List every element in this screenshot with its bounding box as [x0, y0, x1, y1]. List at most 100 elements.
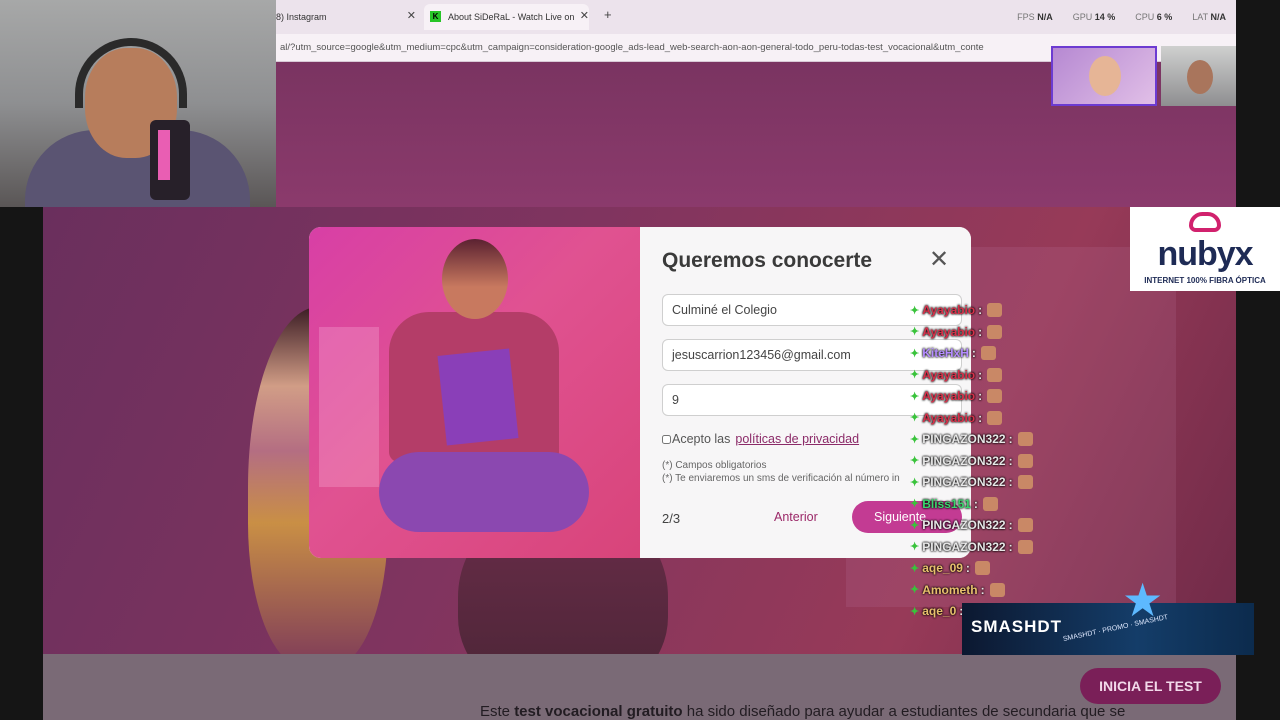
test-description: Este test vocacional gratuito ha sido di… [480, 703, 1126, 720]
chat-separator: : [973, 496, 978, 511]
badge-icon: ✦ [910, 476, 920, 489]
signup-modal: Queremos conocerte ✕ Culminé el Colegio … [309, 227, 971, 558]
chat-separator: : [980, 582, 985, 597]
chat-message: ✦ aqe_09: [910, 558, 990, 578]
promo-ribbon: SMASHDT · PROMO · SMASHDT [1062, 613, 1169, 644]
chat-separator: : [965, 561, 970, 575]
streamer-webcam [0, 0, 276, 207]
emote-icon [989, 582, 1005, 597]
stat-fps: FPS N/A [1017, 12, 1053, 22]
consent-text: Acepto las [672, 432, 731, 446]
chat-username[interactable]: PINGAZON322 [922, 475, 1005, 489]
photo-shelf [319, 327, 379, 487]
tab-close-icon[interactable]: ✕ [407, 9, 416, 22]
chat-separator: : [978, 303, 983, 317]
emote-icon [1017, 518, 1033, 532]
chat-username[interactable]: PINGAZON322 [922, 518, 1005, 532]
chat-username[interactable]: Ayayabio [922, 303, 975, 317]
chat-username[interactable]: Ayayabio [922, 389, 975, 403]
chat-separator: : [978, 367, 983, 382]
chat-message: ✦ Ayayabio: [910, 365, 1003, 385]
chat-username[interactable]: aqe_09 [922, 561, 963, 575]
emote-icon [987, 389, 1003, 403]
photo-folder [437, 348, 519, 446]
chat-username[interactable]: aqe_0 [922, 604, 956, 618]
previous-button[interactable]: Anterior [774, 510, 818, 524]
sponsor-name: nubyx [1157, 235, 1253, 273]
guest-webcam-1 [1051, 46, 1157, 106]
tab-close-icon[interactable]: ✕ [580, 9, 589, 22]
stream-screen: 8) Instagram ✕ K About SiDeRaL - Watch L… [0, 0, 1280, 720]
chat-username[interactable]: PINGAZON322 [922, 454, 1005, 468]
chat-username[interactable]: Amometh [922, 583, 977, 597]
chat-message: ✦ Ayayabio: [910, 322, 1003, 342]
cloud-icon [1189, 212, 1221, 232]
chat-message: ✦ Ayayabio: [910, 386, 1003, 406]
chat-username[interactable]: Bliss151 [922, 497, 971, 511]
promo-brand: SMASHDT [971, 617, 1063, 636]
chat-message: ✦ PINGAZON322: [910, 515, 1033, 535]
badge-icon: ✦ [910, 326, 920, 338]
emote-icon [987, 324, 1003, 339]
badge-icon: ✦ [910, 455, 920, 467]
chat-overlay: ✦ Ayayabio: ✦ Ayayabio: ✦ KiteHxH: ✦ Ayayabio: ✦… [910, 285, 1090, 621]
privacy-policy-link[interactable]: políticas de privacidad [735, 432, 859, 446]
sponsor-tagline: INTERNET 100% FIBRA ÓPTICA [1144, 276, 1266, 285]
emote-icon [974, 561, 990, 575]
chat-username[interactable]: Ayayabio [922, 368, 975, 382]
chat-separator: : [1008, 518, 1013, 532]
promo-banner: ★ SMASHDT SMASHDT · PROMO · SMASHDT [962, 574, 1254, 655]
guest-face [1089, 56, 1121, 96]
badge-icon: ✦ [910, 433, 920, 446]
chat-username[interactable]: Ayayabio [922, 325, 975, 339]
emote-icon [987, 367, 1003, 382]
close-icon[interactable]: ✕ [929, 245, 949, 274]
sponsor-logo: nubyx INTERNET 100% FIBRA ÓPTICA [1130, 207, 1280, 291]
required-note: (*) Campos obligatorios [662, 460, 767, 471]
stat-lat: LAT N/A [1192, 12, 1226, 22]
chat-username[interactable]: KiteHxH [922, 346, 969, 360]
tab-instagram[interactable]: 8) Instagram ✕ [276, 4, 416, 30]
badge-icon: ✦ [910, 390, 920, 403]
badge-icon: ✦ [910, 605, 920, 618]
badge-icon: ✦ [910, 498, 920, 510]
chat-separator: : [978, 410, 983, 425]
badge-icon: ✦ [910, 584, 920, 596]
chat-username[interactable]: PINGAZON322 [922, 432, 1005, 446]
stat-gpu: GPU 14 % [1072, 12, 1116, 22]
chat-username[interactable]: Ayayabio [922, 411, 975, 425]
badge-icon: ✦ [910, 347, 920, 360]
chat-separator: : [1008, 432, 1013, 446]
badge-icon: ✦ [910, 541, 920, 553]
step-indicator: 2/3 [662, 511, 681, 526]
modal-title: Queremos conocerte [662, 249, 873, 272]
privacy-checkbox[interactable] [662, 434, 671, 444]
guest-webcam-2 [1161, 46, 1236, 106]
emote-icon [1017, 453, 1033, 468]
performance-stats: FPS N/A GPU 14 % CPU 6 % LAT N/A [1017, 12, 1226, 22]
chat-message: ✦ KiteHxH: [910, 343, 996, 363]
start-test-button[interactable]: INICIA EL TEST [1080, 668, 1221, 704]
tab-label: About SiDeRaL - Watch Live on [448, 12, 575, 22]
chat-username[interactable]: PINGAZON322 [922, 540, 1005, 554]
chat-separator: : [1008, 475, 1013, 489]
badge-icon: ✦ [910, 369, 920, 381]
chat-separator: : [1008, 539, 1013, 554]
emote-icon [982, 496, 998, 511]
privacy-consent[interactable]: Acepto las políticas de privacidad [662, 432, 859, 446]
chat-message: ✦ PINGAZON322: [910, 472, 1033, 492]
stat-cpu: CPU 6 % [1135, 12, 1173, 22]
chat-message: ✦ PINGAZON322: [910, 537, 1033, 557]
modal-student-photo [309, 227, 640, 558]
emote-icon [980, 346, 996, 360]
new-tab-button[interactable]: + [604, 7, 612, 22]
tab-sideral[interactable]: K About SiDeRaL - Watch Live on ✕ [424, 4, 589, 30]
photo-student-legs [379, 452, 589, 532]
badge-icon: ✦ [910, 304, 920, 317]
chat-separator: : [971, 346, 976, 360]
url-text[interactable]: al/?utm_source=google&utm_medium=cpc&utm… [280, 42, 1080, 53]
badge-icon: ✦ [910, 562, 920, 575]
kick-logo-icon: K [430, 11, 441, 22]
mic-light [158, 130, 170, 180]
chat-separator: : [978, 389, 983, 403]
